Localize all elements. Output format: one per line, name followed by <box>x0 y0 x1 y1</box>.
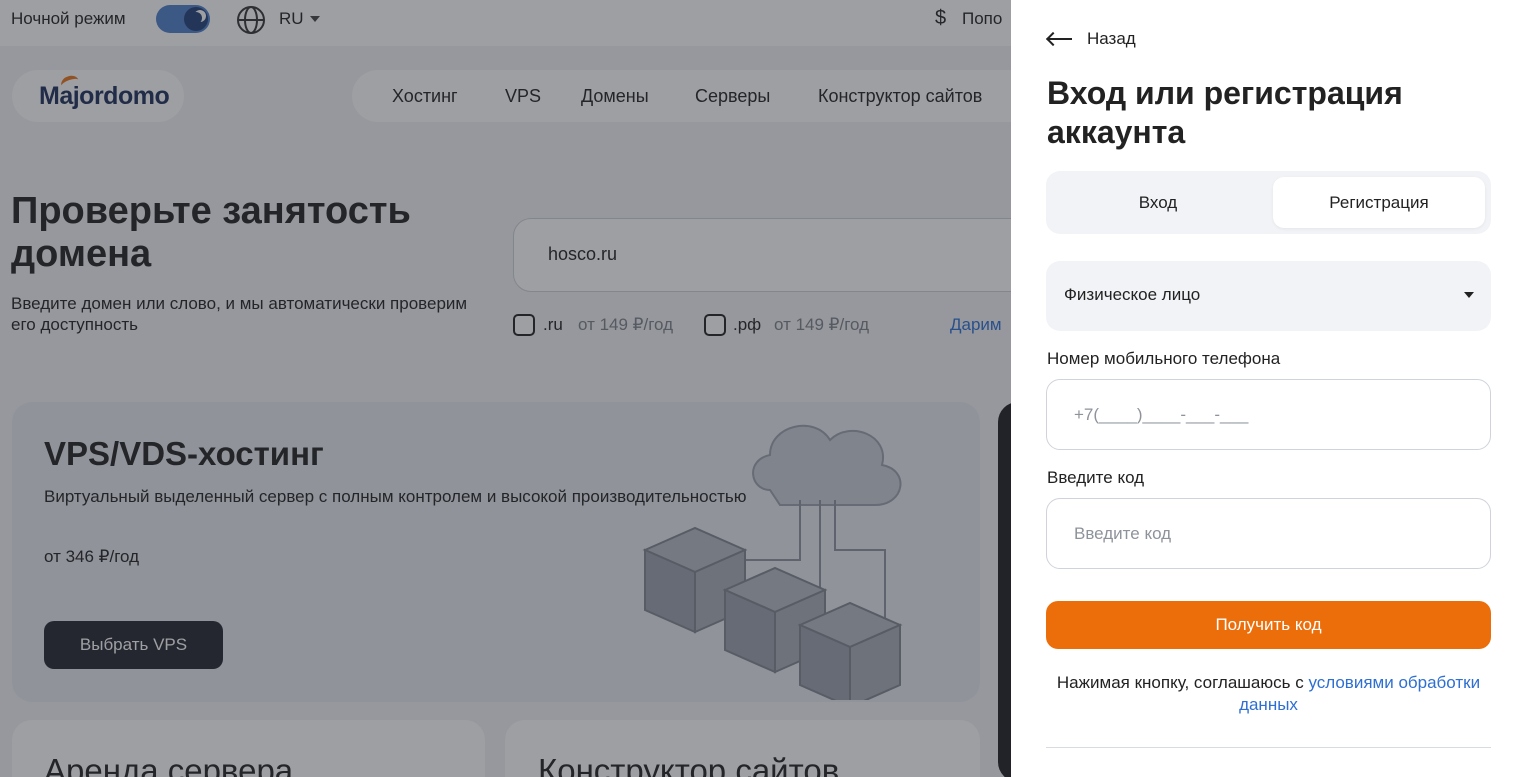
code-field-container <box>1046 498 1491 569</box>
phone-label: Номер мобильного телефона <box>1047 349 1281 368</box>
caret-down-icon <box>1464 292 1474 298</box>
back-button[interactable]: Назад <box>1047 28 1136 50</box>
code-label: Введите код <box>1047 468 1145 487</box>
entity-type-select[interactable]: Физическое лицо <box>1046 261 1491 331</box>
auth-tabs: Вход Регистрация <box>1046 171 1491 234</box>
tab-register[interactable]: Регистрация <box>1273 177 1485 228</box>
tab-login[interactable]: Вход <box>1052 177 1264 228</box>
divider <box>1046 747 1491 748</box>
auth-panel: Назад Вход или регистрация аккаунта Вход… <box>1011 0 1526 777</box>
panel-title: Вход или регистрация аккаунта <box>1047 75 1403 150</box>
phone-input[interactable] <box>1047 380 1490 449</box>
back-label: Назад <box>1087 29 1136 48</box>
arrow-left-icon <box>1047 32 1073 46</box>
agreement-prefix: Нажимая кнопку, соглашаюсь с <box>1056 673 1309 692</box>
phone-field-container <box>1046 379 1491 450</box>
get-code-button[interactable]: Получить код <box>1046 601 1491 649</box>
code-input[interactable] <box>1047 499 1490 568</box>
agreement-text: Нажимая кнопку, соглашаюсь с условиями о… <box>1046 672 1491 716</box>
entity-type-value: Физическое лицо <box>1064 285 1201 304</box>
